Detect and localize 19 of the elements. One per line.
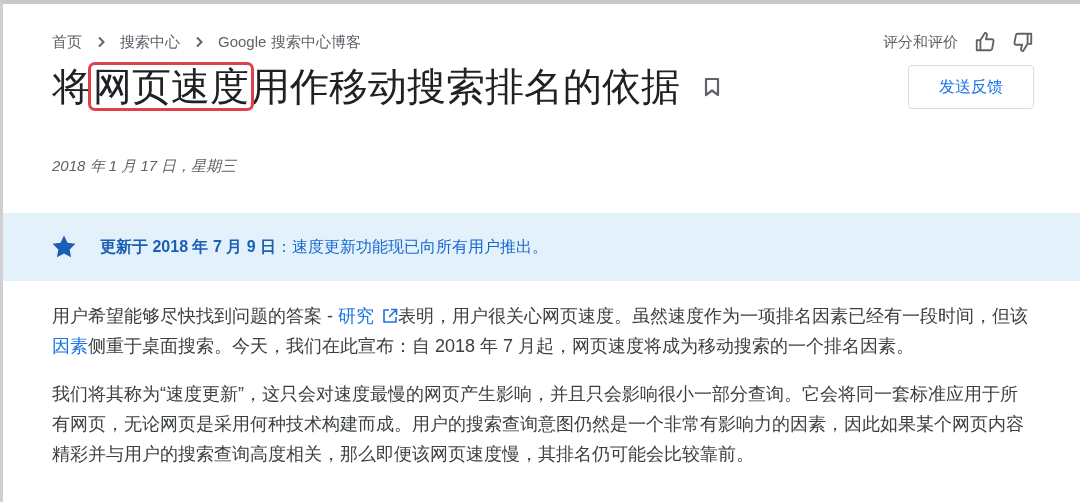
text-link[interactable]: 研究 (338, 305, 398, 326)
chevron-icon (194, 36, 204, 48)
feedback-button[interactable]: 发送反馈 (908, 65, 1034, 110)
rating-label: 评分和评价 (883, 31, 958, 52)
external-link-icon (382, 307, 398, 324)
post-date: 2018 年 1 月 17 日，星期三 (52, 156, 237, 174)
star-icon (52, 235, 76, 259)
thumbs-up-icon[interactable] (974, 31, 996, 53)
breadcrumb-link[interactable]: 首页 (52, 30, 82, 54)
text-link[interactable]: 因素 (52, 335, 88, 356)
chevron-icon (96, 36, 106, 48)
bookmark-icon[interactable] (704, 77, 720, 98)
paragraph: 用户希望能够尽快找到问题的答案 - 研究 表明，用户很关心网页速度。虽然速度作为一项排名因素已经有一段时间，但该 因素侧重于桌面搜索。今天，我们在此宣布：自 2018 年 7 月起，网页速度将成为移动搜索的一个排名因素。 (51, 304, 1029, 358)
notice-text: 更新于 2018 年 7 月 9 日：速度更新功能现已向所有用户推出。 (100, 236, 549, 257)
paragraph: 我们将其称为“速度更新”，这只会对速度最慢的网页产生影响，并且只会影响很小一部分查询。它会将同一套标准应用于所有网页，无论网页是采用何种技术构建而成。用户的搜索查询意图仍然是一个非常有影响力的因素，因此如果某个网页内容精彩并与用户的搜索查询高度相关，那么即便该网页速度慢，其排名仍可能会比较靠前。 (51, 382, 1025, 466)
thumbs-down-icon[interactable] (1012, 31, 1034, 53)
page-title: 将 网页速度用作移动搜索排名的依据 (52, 64, 680, 111)
breadcrumb-link[interactable]: 搜索中心 (120, 30, 180, 54)
breadcrumb-link[interactable]: Google 搜索中心博客 (218, 30, 361, 54)
